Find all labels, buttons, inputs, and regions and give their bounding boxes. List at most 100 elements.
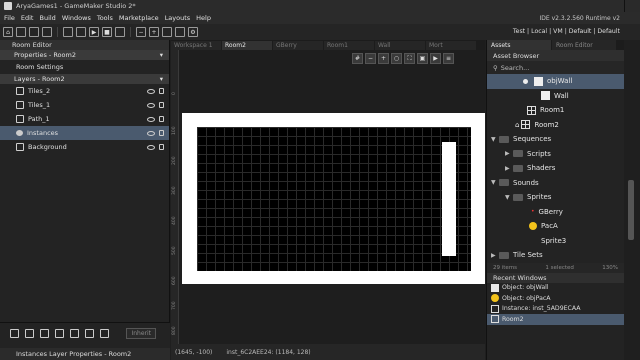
ruler-tick: 800 [172,326,177,335]
layer-item-tiles-2[interactable]: Tiles_2 [0,84,169,98]
asset-item-room2[interactable]: ⌂ Room2 [487,118,624,133]
tab-room1[interactable]: Room1 [324,41,374,50]
zoom-reset-icon[interactable] [162,27,172,37]
properties-header[interactable]: Properties - Room2 ▾ [0,50,169,60]
debug-icon[interactable] [76,27,86,37]
chevron-down-icon: ▾ [159,51,163,59]
assets-scrollbar[interactable] [628,180,634,240]
open-project-icon[interactable] [29,27,39,37]
instance-layer-properties[interactable]: Instances Layer Properties - Room2 [0,348,170,360]
tab-room-editor[interactable]: Room Editor [552,40,616,50]
eye-icon[interactable] [147,102,155,108]
room-canvas[interactable] [197,127,471,271]
tab-gberry[interactable]: GBerry [273,41,323,50]
menu-layouts[interactable]: Layouts [165,14,190,22]
add-background-layer-icon[interactable] [10,329,19,338]
lock-icon[interactable] [159,116,164,122]
lock-icon[interactable] [159,88,164,94]
layers-header[interactable]: Layers - Room2 ▾ [0,74,169,84]
layer-label: Tiles_2 [28,87,51,95]
layer-item-background[interactable]: Background [0,140,169,154]
search-input[interactable]: Search... [501,64,530,72]
layer-item-instances[interactable]: Instances [0,126,169,140]
lock-icon[interactable] [159,102,164,108]
tab-mort[interactable]: Mort [426,41,476,50]
menu-windows[interactable]: Windows [62,14,91,22]
run-icon[interactable]: ▶ [89,27,99,37]
eye-icon[interactable] [147,144,155,150]
fit-icon[interactable]: ⛶ [404,53,415,64]
asset-search[interactable]: ⚲ Search... [487,61,624,74]
build-icon[interactable] [63,27,73,37]
frame-icon[interactable]: ▣ [417,53,428,64]
add-asset-layer-icon[interactable] [70,329,79,338]
layer-item-tiles-1[interactable]: Tiles_1 [0,98,169,112]
grid-icon[interactable]: # [352,53,363,64]
add-path-layer-icon[interactable] [55,329,64,338]
recent-label: Room2 [502,315,524,323]
stop-icon[interactable]: ■ [102,27,112,37]
menu-edit[interactable]: Edit [21,14,34,22]
menu-help[interactable]: Help [196,14,211,22]
play-icon[interactable]: ▶ [430,53,441,64]
layers-icon[interactable]: ≡ [443,53,454,64]
asset-info-bar: 29 items 1 selected 130% [487,262,624,273]
room-icon [527,105,536,115]
add-instance-layer-icon[interactable] [25,329,34,338]
lock-icon[interactable] [159,130,164,136]
recent-item-objpaca[interactable]: Object: objPacA [487,293,624,304]
menu-build[interactable]: Build [39,14,55,22]
home-icon[interactable]: ⌂ [3,27,13,37]
new-project-icon[interactable] [16,27,26,37]
target-icon[interactable] [175,27,185,37]
asset-item-objwall[interactable]: objWall [487,74,624,89]
zoom-in-icon[interactable]: + [149,27,159,37]
ruler-tick: 600 [172,276,177,285]
target-config[interactable]: Test | Local | VM | Default | Default [513,28,620,35]
save-icon[interactable] [42,27,52,37]
asset-folder-tile-sets[interactable]: ▶ Tile Sets [487,248,624,263]
tab-assets[interactable]: Assets [487,40,551,50]
eye-icon[interactable] [147,88,155,94]
home-icon: ⌂ [515,120,520,129]
tab-room2[interactable]: Room2 [222,41,272,50]
add-tile-layer-icon[interactable] [40,329,49,338]
recent-item-objwall[interactable]: Object: objWall [487,283,624,294]
delete-layer-icon[interactable] [100,329,109,338]
lock-icon[interactable] [159,144,164,150]
asset-item-wall[interactable]: Wall [487,89,624,104]
asset-folder-sprites[interactable]: ▼ Sprites [487,190,624,205]
menu-marketplace[interactable]: Marketplace [119,14,159,22]
wall-instance[interactable] [442,142,456,256]
ruler-tick: 500 [172,246,177,255]
zoom-out-icon[interactable]: − [365,53,376,64]
zoom-out-icon[interactable]: − [136,27,146,37]
asset-item-paca[interactable]: PacA [487,219,624,234]
chevron-down-icon: ▼ [505,193,510,201]
settings-icon[interactable]: ⚙ [188,27,198,37]
layer-item-path-1[interactable]: Path_1 [0,112,169,126]
recent-item-instance[interactable]: Instance: inst_5AD9ECAA [487,304,624,315]
asset-item-gberry[interactable]: • GBerry [487,205,624,220]
zoom-reset-icon[interactable]: ○ [391,53,402,64]
zoom-in-icon[interactable]: + [378,53,389,64]
clean-icon[interactable] [115,27,125,37]
chevron-right-icon: ▶ [505,150,510,158]
inherit-button[interactable]: Inherit [126,328,156,339]
room-settings-row[interactable]: Room Settings [0,60,169,74]
asset-item-sprite3[interactable]: Sprite3 [487,234,624,249]
tab-wall[interactable]: Wall [375,41,425,50]
asset-folder-scripts[interactable]: ▶ Scripts [487,147,624,162]
menu-file[interactable]: File [4,14,15,22]
menu-tools[interactable]: Tools [97,14,113,22]
eye-icon[interactable] [147,130,155,136]
recent-item-room2[interactable]: Room2 [487,314,624,325]
asset-folder-sequences[interactable]: ▼ Sequences [487,132,624,147]
add-folder-icon[interactable] [85,329,94,338]
eye-icon[interactable] [147,116,155,122]
tab-workspace-1[interactable]: Workspace 1 [171,41,221,50]
recent-label: Instance: inst_5AD9ECAA [502,305,581,313]
asset-folder-shaders[interactable]: ▶ Shaders [487,161,624,176]
asset-item-room1[interactable]: Room1 [487,103,624,118]
asset-folder-sounds[interactable]: ▼ Sounds [487,176,624,191]
